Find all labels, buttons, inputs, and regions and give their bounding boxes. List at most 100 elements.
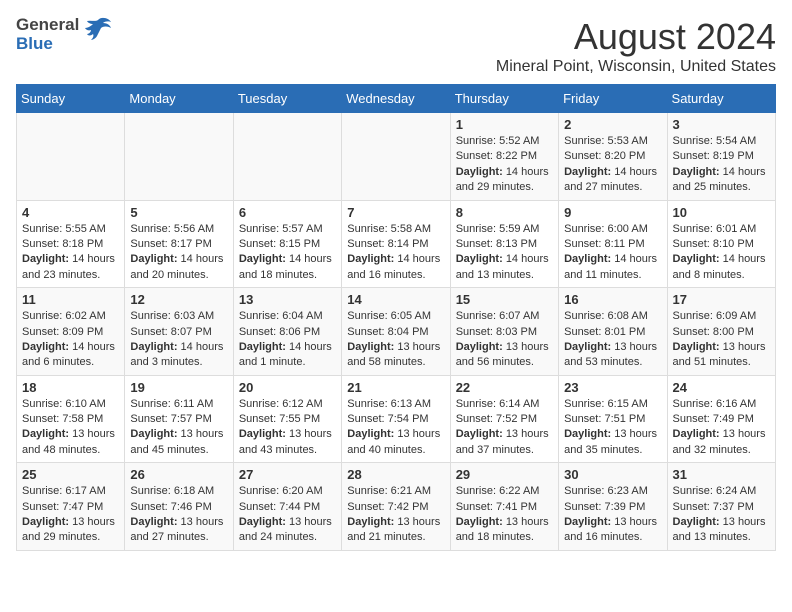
date-number: 19 <box>130 380 227 395</box>
day-info: Sunrise: 5:52 AMSunset: 8:22 PMDaylight:… <box>456 134 553 196</box>
col-sunday: Sunday <box>17 85 125 113</box>
date-number: 5 <box>130 205 227 220</box>
date-number: 9 <box>564 205 661 220</box>
table-row: 2 Sunrise: 5:53 AMSunset: 8:20 PMDaylight… <box>559 113 667 201</box>
date-number: 16 <box>564 292 661 307</box>
day-info: Sunrise: 6:23 AMSunset: 7:39 PMDaylight:… <box>564 484 661 546</box>
day-info: Sunrise: 6:07 AMSunset: 8:03 PMDaylight:… <box>456 309 553 371</box>
day-info: Sunrise: 6:02 AMSunset: 8:09 PMDaylight:… <box>22 309 119 371</box>
table-row: 6 Sunrise: 5:57 AMSunset: 8:15 PMDaylight… <box>233 200 341 288</box>
day-info: Sunrise: 5:53 AMSunset: 8:20 PMDaylight:… <box>564 134 661 196</box>
day-info: Sunrise: 6:12 AMSunset: 7:55 PMDaylight:… <box>239 397 336 459</box>
date-number: 8 <box>456 205 553 220</box>
date-number: 6 <box>239 205 336 220</box>
table-row: 21 Sunrise: 6:13 AMSunset: 7:54 PMDayligh… <box>342 375 450 463</box>
table-row: 8 Sunrise: 5:59 AMSunset: 8:13 PMDaylight… <box>450 200 558 288</box>
date-number: 21 <box>347 380 444 395</box>
calendar-week-row: 18 Sunrise: 6:10 AMSunset: 7:58 PMDayligh… <box>17 375 776 463</box>
day-info: Sunrise: 6:11 AMSunset: 7:57 PMDaylight:… <box>130 397 227 459</box>
day-info: Sunrise: 5:55 AMSunset: 8:18 PMDaylight:… <box>22 222 119 284</box>
day-info: Sunrise: 6:21 AMSunset: 7:42 PMDaylight:… <box>347 484 444 546</box>
day-info: Sunrise: 6:09 AMSunset: 8:00 PMDaylight:… <box>673 309 770 371</box>
calendar-week-row: 25 Sunrise: 6:17 AMSunset: 7:47 PMDayligh… <box>17 463 776 551</box>
table-row: 3 Sunrise: 5:54 AMSunset: 8:19 PMDaylight… <box>667 113 775 201</box>
table-row <box>17 113 125 201</box>
table-row: 5 Sunrise: 5:56 AMSunset: 8:17 PMDaylight… <box>125 200 233 288</box>
table-row <box>233 113 341 201</box>
day-info: Sunrise: 5:54 AMSunset: 8:19 PMDaylight:… <box>673 134 770 196</box>
date-number: 24 <box>673 380 770 395</box>
table-row: 31 Sunrise: 6:24 AMSunset: 7:37 PMDayligh… <box>667 463 775 551</box>
day-info: Sunrise: 6:04 AMSunset: 8:06 PMDaylight:… <box>239 309 336 371</box>
table-row: 26Sunrise: 6:18 AMSunset: 7:46 PMDayligh… <box>125 463 233 551</box>
date-number: 2 <box>564 117 661 132</box>
date-number: 31 <box>673 467 770 482</box>
date-number: 22 <box>456 380 553 395</box>
col-wednesday: Wednesday <box>342 85 450 113</box>
date-number: 17 <box>673 292 770 307</box>
day-info: Sunrise: 6:22 AMSunset: 7:41 PMDaylight:… <box>456 484 553 546</box>
table-row: 14Sunrise: 6:05 AMSunset: 8:04 PMDayligh… <box>342 288 450 376</box>
table-row: 13 Sunrise: 6:04 AMSunset: 8:06 PMDayligh… <box>233 288 341 376</box>
date-number: 14 <box>347 292 444 307</box>
col-monday: Monday <box>125 85 233 113</box>
logo-bird-icon <box>83 16 113 49</box>
logo-general: General <box>16 16 79 35</box>
table-row: 19 Sunrise: 6:11 AMSunset: 7:57 PMDayligh… <box>125 375 233 463</box>
table-row: 17 Sunrise: 6:09 AMSunset: 8:00 PMDayligh… <box>667 288 775 376</box>
date-number: 18 <box>22 380 119 395</box>
col-thursday: Thursday <box>450 85 558 113</box>
date-number: 25 <box>22 467 119 482</box>
table-row: 30Sunrise: 6:23 AMSunset: 7:39 PMDayligh… <box>559 463 667 551</box>
page-title: August 2024 <box>496 16 776 58</box>
table-row: 15Sunrise: 6:07 AMSunset: 8:03 PMDayligh… <box>450 288 558 376</box>
day-info: Sunrise: 6:17 AMSunset: 7:47 PMDaylight:… <box>22 484 119 546</box>
table-row: 24 Sunrise: 6:16 AMSunset: 7:49 PMDayligh… <box>667 375 775 463</box>
day-info: Sunrise: 6:18 AMSunset: 7:46 PMDaylight:… <box>130 484 227 546</box>
table-row <box>342 113 450 201</box>
day-info: Sunrise: 5:56 AMSunset: 8:17 PMDaylight:… <box>130 222 227 284</box>
table-row: 11 Sunrise: 6:02 AMSunset: 8:09 PMDayligh… <box>17 288 125 376</box>
calendar-week-row: 1Sunrise: 5:52 AMSunset: 8:22 PMDaylight… <box>17 113 776 201</box>
table-row: 1Sunrise: 5:52 AMSunset: 8:22 PMDaylight… <box>450 113 558 201</box>
table-row: 29 Sunrise: 6:22 AMSunset: 7:41 PMDayligh… <box>450 463 558 551</box>
col-saturday: Saturday <box>667 85 775 113</box>
calendar-table: Sunday Monday Tuesday Wednesday Thursday… <box>16 84 776 551</box>
date-number: 10 <box>673 205 770 220</box>
title-area: August 2024 Mineral Point, Wisconsin, Un… <box>496 16 776 76</box>
day-info: Sunrise: 6:13 AMSunset: 7:54 PMDaylight:… <box>347 397 444 459</box>
day-info: Sunrise: 5:59 AMSunset: 8:13 PMDaylight:… <box>456 222 553 284</box>
day-info: Sunrise: 5:57 AMSunset: 8:15 PMDaylight:… <box>239 222 336 284</box>
page-subtitle: Mineral Point, Wisconsin, United States <box>496 58 776 76</box>
col-friday: Friday <box>559 85 667 113</box>
table-row: 9 Sunrise: 6:00 AMSunset: 8:11 PMDaylight… <box>559 200 667 288</box>
date-number: 4 <box>22 205 119 220</box>
day-info: Sunrise: 6:01 AMSunset: 8:10 PMDaylight:… <box>673 222 770 284</box>
day-info: Sunrise: 6:16 AMSunset: 7:49 PMDaylight:… <box>673 397 770 459</box>
day-info: Sunrise: 6:08 AMSunset: 8:01 PMDaylight:… <box>564 309 661 371</box>
day-info: Sunrise: 6:24 AMSunset: 7:37 PMDaylight:… <box>673 484 770 546</box>
date-number: 23 <box>564 380 661 395</box>
day-info: Sunrise: 6:10 AMSunset: 7:58 PMDaylight:… <box>22 397 119 459</box>
date-number: 11 <box>22 292 119 307</box>
table-row: 27Sunrise: 6:20 AMSunset: 7:44 PMDayligh… <box>233 463 341 551</box>
date-number: 29 <box>456 467 553 482</box>
day-info: Sunrise: 6:00 AMSunset: 8:11 PMDaylight:… <box>564 222 661 284</box>
table-row: 4 Sunrise: 5:55 AMSunset: 8:18 PMDaylight… <box>17 200 125 288</box>
logo-blue: Blue <box>16 35 79 54</box>
day-info: Sunrise: 6:03 AMSunset: 8:07 PMDaylight:… <box>130 309 227 371</box>
day-info: Sunrise: 5:58 AMSunset: 8:14 PMDaylight:… <box>347 222 444 284</box>
date-number: 3 <box>673 117 770 132</box>
calendar-week-row: 4 Sunrise: 5:55 AMSunset: 8:18 PMDaylight… <box>17 200 776 288</box>
table-row <box>125 113 233 201</box>
date-number: 7 <box>347 205 444 220</box>
col-tuesday: Tuesday <box>233 85 341 113</box>
calendar-header-row: Sunday Monday Tuesday Wednesday Thursday… <box>17 85 776 113</box>
date-number: 13 <box>239 292 336 307</box>
table-row: 23 Sunrise: 6:15 AMSunset: 7:51 PMDayligh… <box>559 375 667 463</box>
date-number: 20 <box>239 380 336 395</box>
date-number: 27 <box>239 467 336 482</box>
logo: General Blue <box>16 16 113 53</box>
table-row: 28Sunrise: 6:21 AMSunset: 7:42 PMDayligh… <box>342 463 450 551</box>
day-info: Sunrise: 6:15 AMSunset: 7:51 PMDaylight:… <box>564 397 661 459</box>
